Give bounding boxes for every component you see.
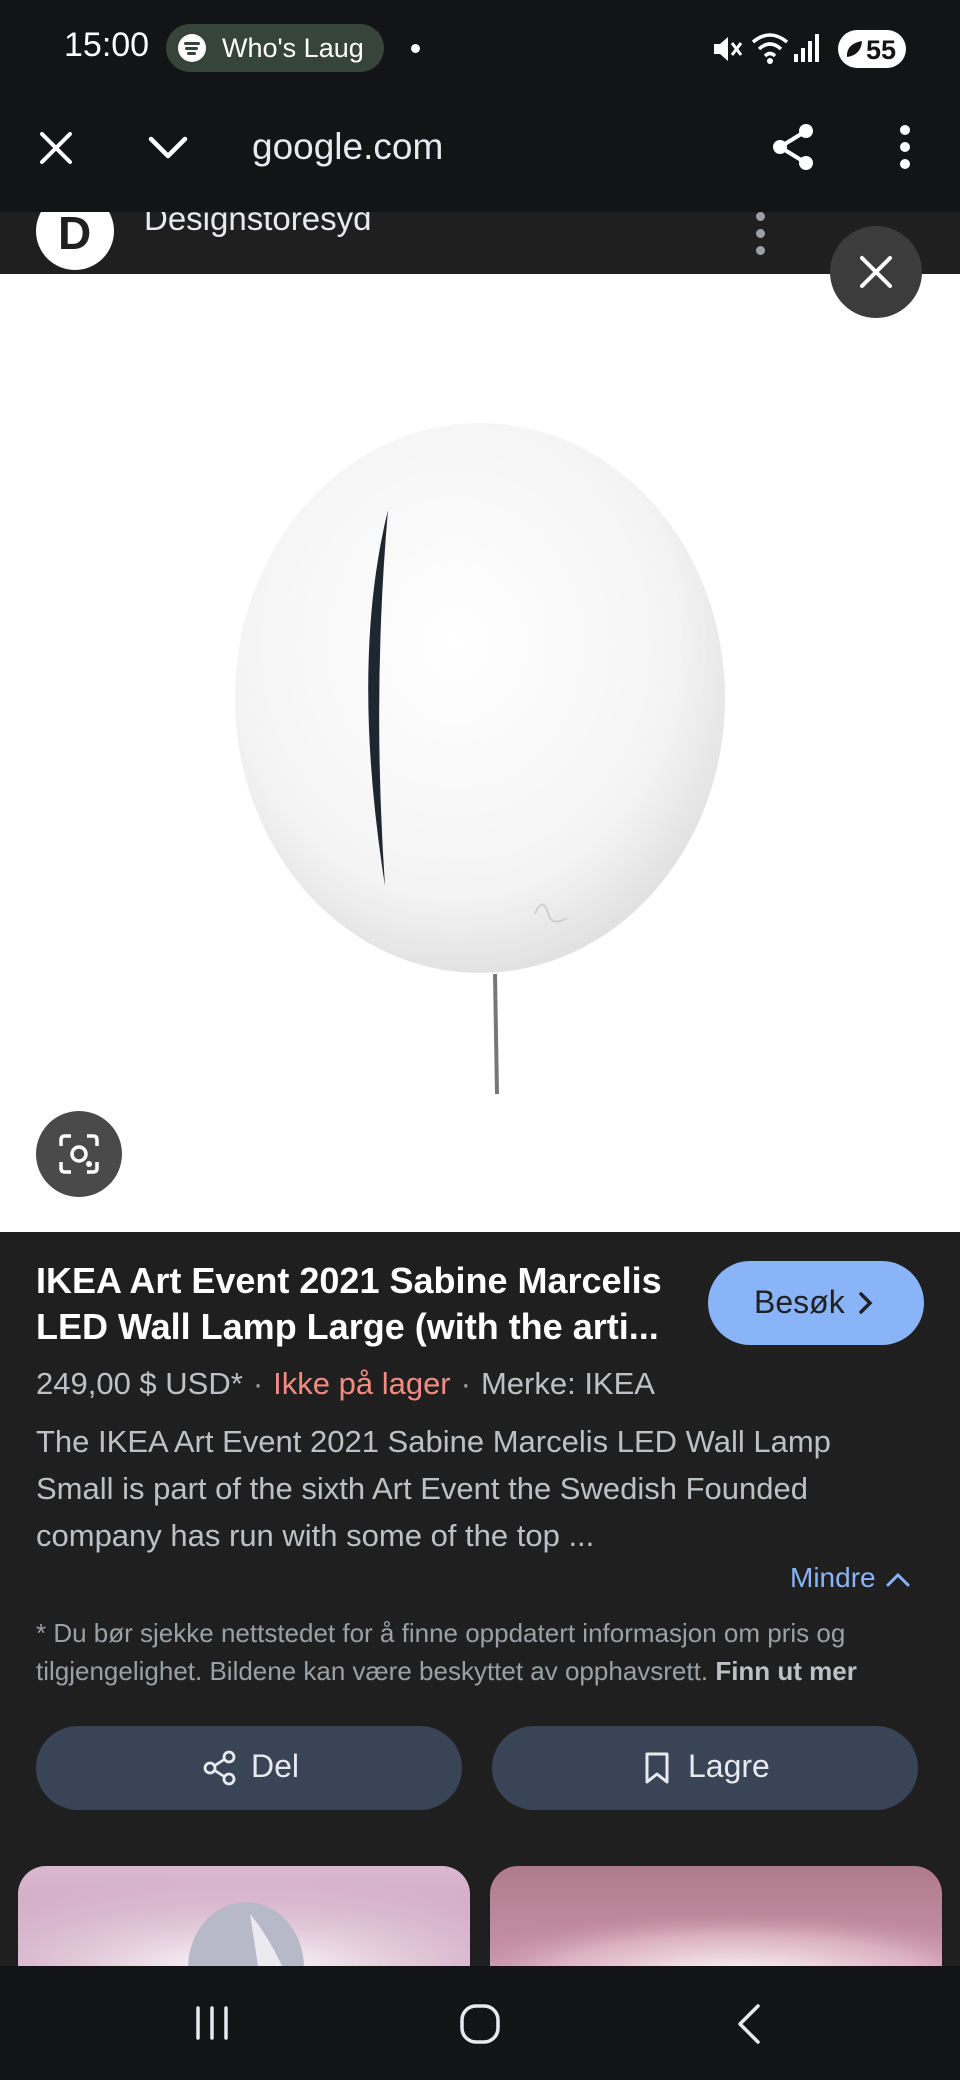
power-saving-leaf-icon — [846, 41, 862, 57]
related-lamp-image — [490, 1866, 942, 1966]
battery-level: 55 — [865, 35, 896, 65]
share-icon — [203, 1750, 236, 1786]
wall-lamp-image — [235, 423, 725, 1095]
stock-status: Ikke på lager — [273, 1366, 451, 1401]
chevron-down-icon[interactable] — [146, 126, 190, 170]
system-navigation-bar — [0, 1966, 960, 2080]
source-logo[interactable]: D — [36, 212, 114, 270]
save-button[interactable]: Lagre — [492, 1726, 918, 1810]
chevron-up-icon — [886, 1572, 910, 1587]
share-button[interactable]: Del — [36, 1726, 462, 1810]
product-title[interactable]: IKEA Art Event 2021 Sabine Marcelis LED … — [36, 1258, 676, 1350]
close-preview-button[interactable] — [830, 226, 922, 318]
notification-dot-icon — [411, 44, 420, 53]
share-icon[interactable] — [768, 122, 818, 172]
google-lens-button[interactable] — [36, 1111, 122, 1197]
show-less-label: Mindre — [790, 1562, 876, 1593]
home-icon[interactable] — [458, 2002, 502, 2046]
product-title-line-2: LED Wall Lamp Large (with the arti... — [36, 1306, 659, 1347]
status-time: 15:00 — [64, 26, 150, 64]
source-header: D Designstoresyd — [0, 212, 960, 274]
disclaimer: * Du bør sjekke nettstedet for å finne o… — [36, 1614, 926, 1690]
browser-toolbar: google.com — [0, 100, 960, 214]
learn-more-link[interactable]: Finn ut mer — [715, 1656, 857, 1686]
close-icon — [860, 256, 892, 288]
spotify-icon — [178, 34, 206, 62]
visit-button[interactable]: Besøk — [708, 1261, 924, 1345]
url-text[interactable]: google.com — [252, 126, 443, 168]
lens-icon — [59, 1134, 99, 1174]
save-label: Lagre — [688, 1748, 770, 1784]
product-meta: 249,00 $ USD* · Ikke på lager · Merke: IKEA — [36, 1366, 655, 1402]
show-less-button[interactable]: Mindre — [790, 1562, 911, 1594]
related-image-1[interactable] — [18, 1866, 470, 1966]
product-description: The IKEA Art Event 2021 Sabine Marcelis … — [36, 1424, 831, 1553]
source-name[interactable]: Designstoresyd — [144, 212, 371, 238]
signal-icon — [794, 34, 819, 62]
mute-icon — [714, 37, 743, 61]
recent-apps-icon[interactable] — [192, 2004, 232, 2042]
status-bar: 15:00 Who's Laug 55 — [0, 0, 960, 100]
chevron-right-icon — [859, 1292, 873, 1314]
more-vert-icon[interactable] — [890, 122, 920, 172]
media-playing-chip[interactable]: Who's Laug — [166, 24, 384, 72]
product-image[interactable] — [0, 274, 960, 1232]
visit-label: Besøk — [754, 1284, 845, 1320]
bookmark-icon — [645, 1752, 669, 1784]
back-icon[interactable] — [732, 2002, 766, 2046]
related-lamp-image — [18, 1866, 470, 1966]
media-title: Who's Laug — [222, 33, 364, 63]
product-title-line-1: IKEA Art Event 2021 Sabine Marcelis — [36, 1260, 662, 1301]
share-label: Del — [251, 1748, 300, 1784]
separator: · — [252, 1366, 264, 1401]
battery-icon: 55 — [838, 30, 906, 68]
wifi-icon — [751, 33, 789, 64]
related-image-2[interactable] — [490, 1866, 942, 1966]
source-more-icon[interactable] — [756, 212, 766, 262]
separator: · — [460, 1366, 471, 1401]
brand: Merke: IKEA — [480, 1366, 655, 1401]
close-icon[interactable] — [34, 126, 78, 170]
price: 249,00 $ USD* — [36, 1366, 243, 1401]
